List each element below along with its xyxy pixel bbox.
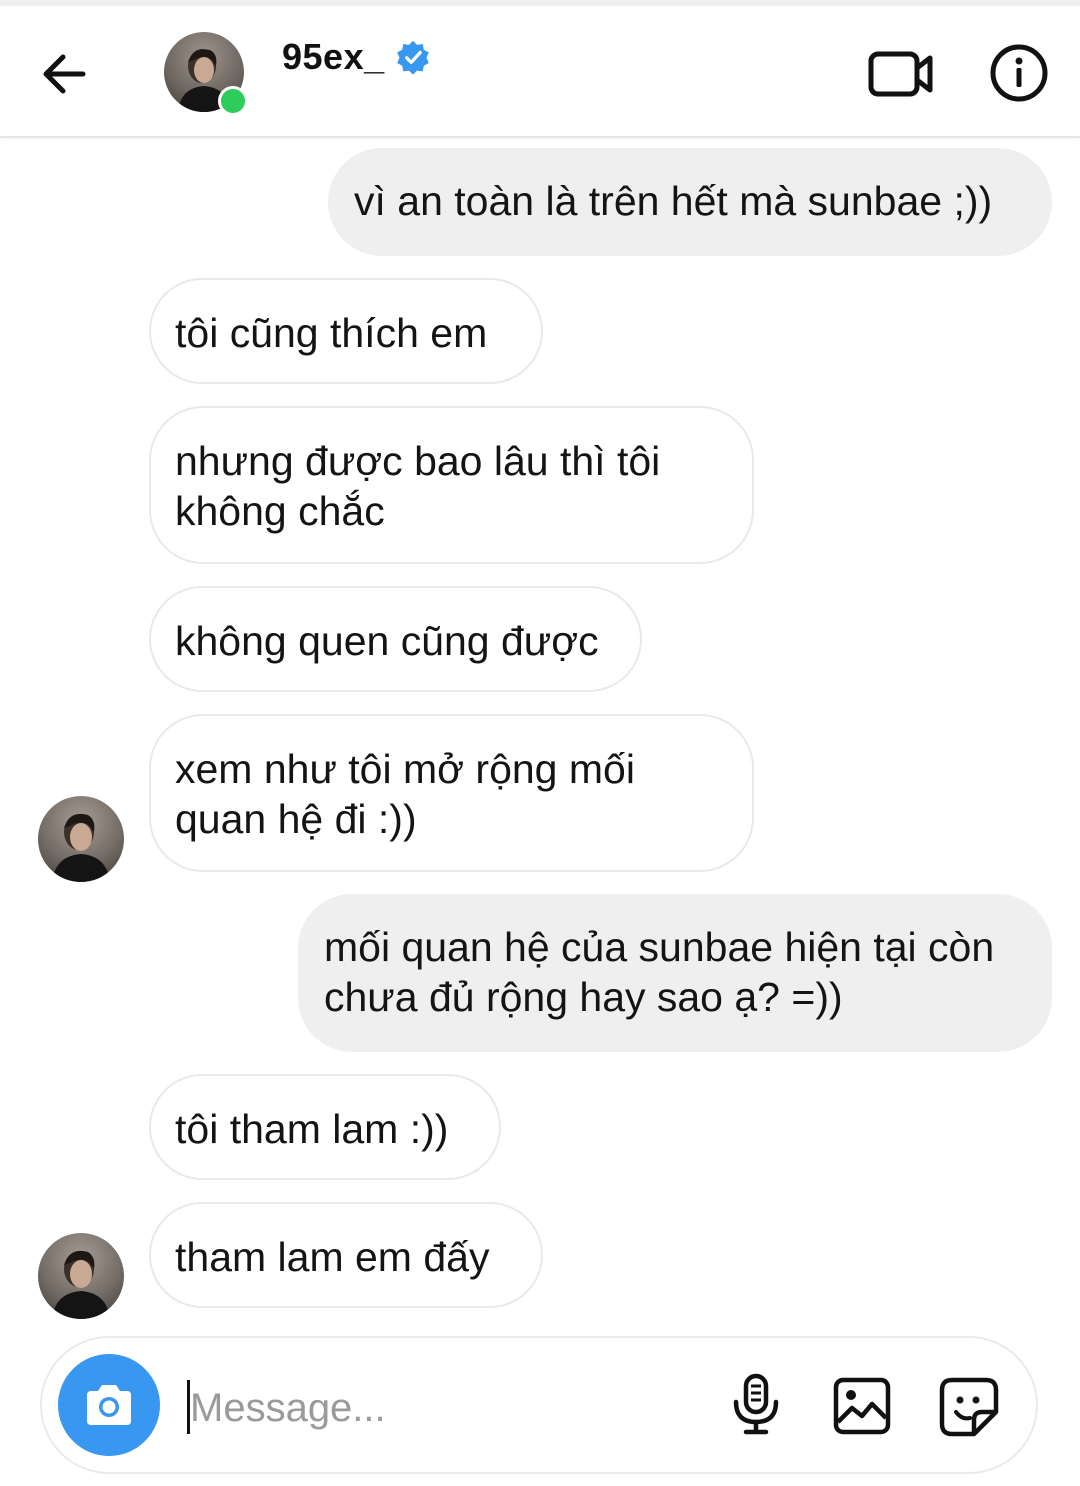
message-bubble-incoming[interactable]: không quen cũng được	[149, 586, 642, 692]
message-bubble-incoming[interactable]: tham lam em đấy	[149, 1202, 543, 1308]
video-call-icon	[868, 51, 933, 97]
message-line: tôi tham lam :))	[175, 1106, 449, 1152]
message-line: mối quan hệ của sunbae hiện tại còn	[324, 924, 995, 970]
sender-avatar[interactable]	[38, 1233, 124, 1319]
message-line: không quen cũng được	[175, 618, 599, 664]
message-bubble-outgoing[interactable]: mối quan hệ của sunbae hiện tại còn chưa…	[298, 894, 1052, 1052]
message-line: không chắc	[175, 488, 385, 534]
avatar-image	[38, 1233, 124, 1319]
sender-avatar[interactable]	[38, 796, 124, 882]
contact-username[interactable]: 95ex_	[282, 36, 431, 78]
camera-button[interactable]	[58, 1354, 160, 1456]
message-input[interactable]	[190, 1378, 710, 1438]
voice-message-button[interactable]	[726, 1372, 786, 1438]
contact-avatar[interactable]	[164, 32, 248, 116]
microphone-icon	[733, 1373, 779, 1435]
message-line: vì an toàn là trên hết mà sunbae ;))	[354, 178, 993, 224]
message-bubble-incoming[interactable]: tôi cũng thích em	[149, 278, 543, 384]
message-bubble-outgoing[interactable]: vì an toàn là trên hết mà sunbae ;))	[328, 148, 1052, 256]
avatar-image	[38, 796, 124, 882]
image-gallery-icon	[833, 1377, 891, 1435]
info-icon	[990, 44, 1048, 102]
username-text: 95ex_	[282, 36, 385, 77]
message-bubble-incoming[interactable]: nhưng được bao lâu thì tôi không chắc	[149, 406, 754, 564]
sticker-button[interactable]	[938, 1376, 1000, 1438]
message-line: tham lam em đấy	[175, 1234, 490, 1280]
arrow-left-icon	[43, 54, 86, 94]
online-status-dot	[218, 86, 248, 116]
camera-icon	[87, 1385, 131, 1425]
message-line: xem như tôi mở rộng mối	[175, 746, 635, 792]
info-button[interactable]	[988, 42, 1050, 104]
chat-header: 95ex_	[0, 6, 1080, 138]
sticker-icon	[939, 1377, 999, 1437]
message-line: chưa đủ rộng hay sao ạ? =))	[324, 974, 843, 1020]
video-call-button[interactable]	[866, 44, 938, 104]
message-line: nhưng được bao lâu thì tôi	[175, 438, 661, 484]
message-line: quan hệ đi :))	[175, 796, 417, 842]
message-composer	[40, 1336, 1038, 1474]
verified-badge-icon	[396, 40, 429, 75]
gallery-button[interactable]	[832, 1376, 892, 1436]
message-bubble-incoming[interactable]: tôi tham lam :))	[149, 1074, 501, 1180]
message-line: tôi cũng thích em	[175, 310, 488, 356]
message-bubble-incoming[interactable]: xem như tôi mở rộng mối quan hệ đi :))	[149, 714, 754, 872]
back-button[interactable]	[36, 46, 92, 102]
